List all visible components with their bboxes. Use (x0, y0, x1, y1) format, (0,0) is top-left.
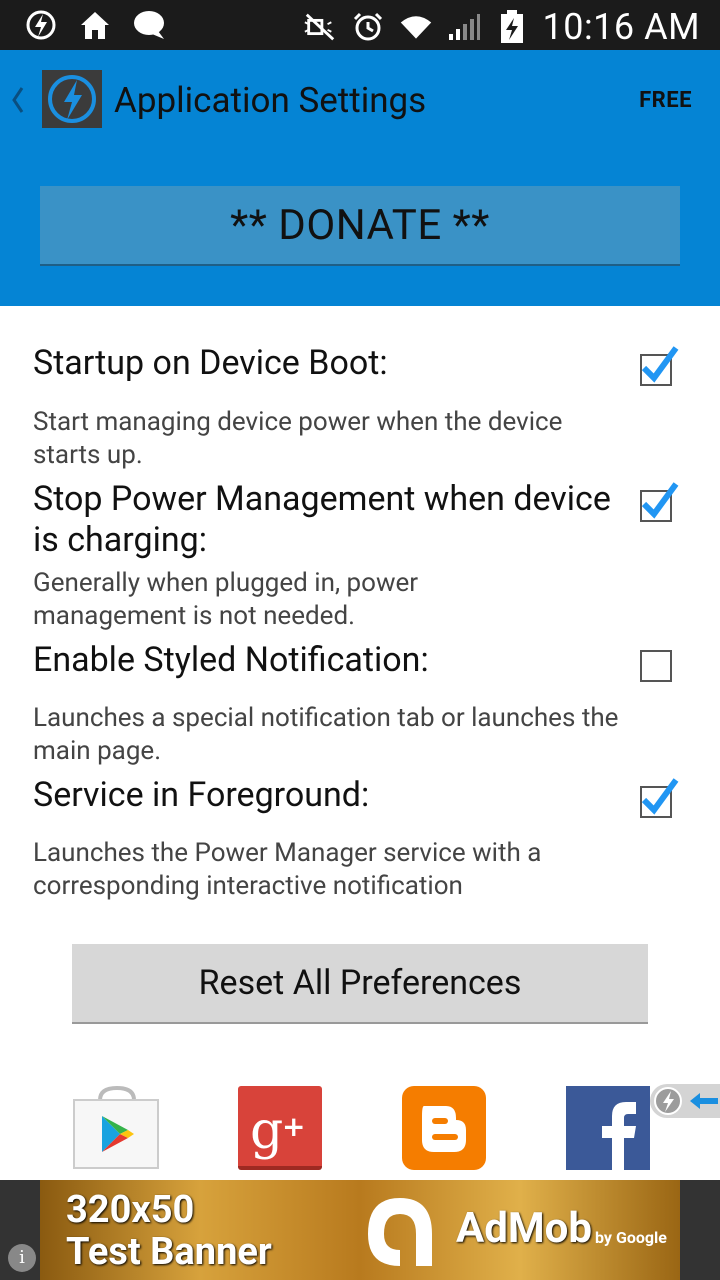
pref-startup-checkbox[interactable] (640, 346, 679, 386)
google-plus-icon[interactable]: g + (238, 1086, 322, 1170)
admob-brand: AdMob (456, 1204, 592, 1253)
ad-banner[interactable]: 320x50 Test Banner AdMob by Google (0, 1180, 720, 1280)
clock: 10:16 AM (542, 6, 700, 48)
svg-text:+: + (282, 1110, 305, 1143)
pref-charging-checkbox[interactable] (640, 482, 679, 522)
checkmark-icon (641, 346, 679, 383)
home-icon (78, 8, 112, 42)
pref-foreground-title[interactable]: Service in Foreground: (33, 775, 369, 816)
pref-foreground-desc: Launches the Power Manager service with … (33, 838, 542, 901)
wifi-icon (399, 10, 433, 44)
pref-charging-title[interactable]: Stop Power Management when device is cha… (33, 479, 613, 561)
flash-icon (24, 8, 58, 42)
ad-size-text: 320x50 (66, 1188, 195, 1232)
quick-launch-tab[interactable] (650, 1084, 720, 1118)
ad-info-icon[interactable]: i (8, 1244, 36, 1272)
play-store-icon[interactable] (72, 1085, 159, 1170)
pref-foreground-checkbox[interactable] (640, 778, 679, 818)
blogger-icon[interactable] (402, 1086, 486, 1170)
pref-notification-desc: Launches a special notification tab or l… (33, 703, 619, 766)
ad-creative[interactable]: 320x50 Test Banner AdMob by Google (40, 1180, 680, 1280)
facebook-icon[interactable] (566, 1086, 650, 1170)
admob-by-google: by Google (595, 1228, 667, 1247)
donate-button[interactable]: ** DONATE ** (40, 186, 680, 266)
admob-logo-icon (368, 1198, 432, 1266)
pref-startup-desc: Start managing device power when the dev… (33, 407, 563, 470)
reset-preferences-button[interactable]: Reset All Preferences (72, 944, 648, 1024)
ad-test-text: Test Banner (66, 1230, 272, 1274)
checkmark-icon (641, 482, 679, 519)
app-logo-icon[interactable] (42, 70, 102, 128)
back-chevron-icon[interactable] (8, 80, 26, 120)
signal-icon (447, 10, 481, 44)
mute-icon (303, 10, 337, 44)
free-badge: FREE (639, 88, 692, 113)
pref-startup-title[interactable]: Startup on Device Boot: (33, 343, 388, 384)
pref-notification-checkbox[interactable] (640, 650, 672, 682)
pref-notification-title[interactable]: Enable Styled Notification: (33, 640, 429, 681)
checkmark-icon (641, 778, 679, 815)
pref-charging-desc: Generally when plugged in, power managem… (33, 568, 419, 631)
page-title: Application Settings (114, 80, 427, 121)
status-bar: 10:16 AM (0, 0, 720, 50)
alarm-icon (351, 10, 385, 44)
battery-icon (495, 10, 529, 44)
svg-text:g: g (250, 1101, 283, 1161)
chat-bubble-icon (132, 8, 166, 42)
